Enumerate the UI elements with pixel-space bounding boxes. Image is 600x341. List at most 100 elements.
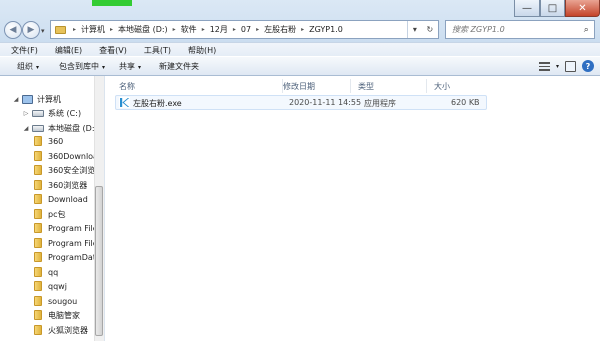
view-list-icon[interactable]: [538, 61, 550, 71]
nav-label: 360: [48, 136, 64, 146]
menu-edit[interactable]: 编辑(E): [43, 45, 87, 56]
organize-label: 组织: [17, 61, 33, 71]
folder-icon: [34, 165, 42, 175]
breadcrumb-07[interactable]: 07: [239, 25, 253, 34]
expand-triangle-icon[interactable]: ◢: [12, 96, 20, 103]
breadcrumb-separator[interactable]: ▸: [230, 26, 239, 33]
address-bar[interactable]: ▸ 计算机 ▸ 本地磁盘 (D:) ▸ 软件 ▸ 12月 ▸ 07 ▸ 左股右粉…: [50, 20, 439, 39]
nav-folder[interactable]: 360安全浏览器: [34, 163, 103, 177]
organize-button[interactable]: 组织 ▾: [11, 61, 45, 72]
folder-icon: [34, 209, 42, 219]
chevron-down-icon: ▾: [102, 63, 106, 71]
recent-pages-dropdown[interactable]: ▾: [41, 27, 45, 35]
share-button[interactable]: 共享 ▾: [113, 61, 147, 72]
breadcrumb-separator[interactable]: ▸: [253, 26, 262, 33]
view-dropdown-icon[interactable]: ▾: [556, 63, 559, 70]
breadcrumb-separator[interactable]: ▸: [170, 26, 179, 33]
file-name[interactable]: 左股右粉.exe: [133, 98, 182, 109]
table-row[interactable]: 左股右粉.exe 2020-11-11 14:55 应用程序 620 KB: [115, 95, 487, 110]
search-icon[interactable]: ⌕: [579, 25, 594, 35]
nav-folder[interactable]: 360: [34, 134, 63, 148]
file-size: 620 KB: [451, 98, 480, 107]
nav-scrollbar[interactable]: [94, 76, 104, 341]
scrollbar-thumb[interactable]: [95, 186, 103, 336]
nav-item-drive-c[interactable]: ▷ 系统 (C:): [22, 106, 81, 120]
column-header-size[interactable]: 大小: [427, 79, 487, 93]
nav-label: 火狐浏览器: [48, 325, 88, 335]
nav-folder[interactable]: Download: [34, 192, 88, 206]
address-controls: ▾ ↻: [407, 21, 438, 38]
menu-bar: 文件(F) 编辑(E) 查看(V) 工具(T) 帮助(H): [0, 42, 600, 57]
preview-pane-icon[interactable]: [565, 60, 576, 72]
maximize-button[interactable]: □: [540, 0, 565, 17]
file-modified: 2020-11-11 14:55: [289, 98, 362, 107]
drive-icon: [32, 124, 44, 132]
command-bar: 组织 ▾ 包含到库中 ▾ 共享 ▾ 新建文件夹 ▾ ?: [0, 56, 600, 76]
folder-icon: [34, 325, 42, 335]
nav-folder[interactable]: 电脑管家: [34, 308, 80, 322]
menu-view[interactable]: 查看(V): [87, 45, 132, 56]
expand-triangle-icon[interactable]: ◢: [22, 125, 30, 132]
search-box[interactable]: ⌕: [445, 20, 595, 39]
nav-folder[interactable]: 火狐浏览器: [34, 323, 88, 337]
breadcrumb-separator[interactable]: ▸: [199, 26, 208, 33]
nav-item-computer[interactable]: ◢ 计算机: [12, 92, 61, 106]
minimize-button[interactable]: —: [514, 0, 540, 17]
back-arrow-icon: ◀: [9, 25, 17, 35]
nav-folder[interactable]: qqwj: [34, 279, 67, 293]
column-header-type[interactable]: 类型: [351, 79, 427, 93]
nav-label: pc包: [48, 209, 66, 219]
breadcrumb-separator[interactable]: ▸: [298, 26, 307, 33]
include-library-label: 包含到库中: [59, 61, 100, 71]
breadcrumb-current[interactable]: ZGYP1.0: [307, 25, 345, 34]
chevron-down-icon: ▾: [36, 63, 40, 71]
breadcrumb-separator[interactable]: ▸: [107, 26, 116, 33]
breadcrumb-computer[interactable]: 计算机: [79, 24, 107, 35]
nav-folder[interactable]: ProgramData: [34, 250, 101, 264]
menu-tools[interactable]: 工具(T): [132, 45, 176, 56]
nav-folder[interactable]: 360浏览器: [34, 178, 87, 192]
refresh-icon[interactable]: ↻: [426, 25, 433, 34]
address-dropdown-icon[interactable]: ▾: [413, 25, 417, 34]
breadcrumb-drive-d[interactable]: 本地磁盘 (D:): [116, 24, 170, 35]
folder-icon: [34, 310, 42, 320]
nav-folder[interactable]: pc包: [34, 207, 65, 221]
nav-folder[interactable]: Program Files: [34, 236, 102, 250]
nav-folder[interactable]: qq: [34, 265, 58, 279]
include-in-library-button[interactable]: 包含到库中 ▾: [53, 61, 111, 72]
forward-arrow-icon: ▶: [27, 25, 35, 35]
forward-button[interactable]: ▶: [22, 21, 40, 39]
search-input[interactable]: [446, 24, 579, 35]
nav-folder[interactable]: Program Files: [34, 221, 102, 235]
expand-triangle-icon[interactable]: ▷: [22, 110, 30, 117]
nav-label: 电脑管家: [48, 310, 80, 320]
nav-item-drive-d[interactable]: ◢ 本地磁盘 (D:): [22, 121, 98, 135]
column-header-modified[interactable]: 修改日期: [276, 79, 351, 93]
column-header-name[interactable]: 名称: [112, 79, 283, 93]
nav-label: qqwj: [48, 281, 67, 291]
folder-icon: [34, 223, 42, 233]
nav-folder[interactable]: 360Download: [34, 149, 103, 163]
breadcrumb-software[interactable]: 软件: [179, 24, 199, 35]
breadcrumb-zgyf[interactable]: 左股右粉: [262, 24, 298, 35]
back-button[interactable]: ◀: [4, 21, 22, 39]
close-button[interactable]: ✕: [565, 0, 600, 17]
new-folder-button[interactable]: 新建文件夹: [153, 61, 205, 72]
breadcrumb-separator[interactable]: ▸: [70, 26, 79, 33]
menu-help[interactable]: 帮助(H): [176, 45, 221, 56]
nav-label: 本地磁盘 (D:): [48, 123, 98, 133]
breadcrumb-december[interactable]: 12月: [208, 24, 230, 35]
new-folder-label: 新建文件夹: [159, 61, 200, 71]
nav-label: ProgramData: [48, 252, 101, 262]
folder-icon: [34, 180, 42, 190]
computer-icon: [22, 94, 33, 104]
folder-icon: [34, 194, 42, 204]
folder-icon: [55, 25, 66, 34]
view-controls: ▾ ?: [538, 60, 594, 72]
chevron-down-icon: ▾: [138, 63, 142, 71]
nav-folder[interactable]: sougou: [34, 294, 77, 308]
nav-label: Download: [48, 194, 88, 204]
menu-file[interactable]: 文件(F): [0, 45, 43, 56]
help-icon[interactable]: ?: [582, 60, 594, 72]
k-app-icon: [119, 97, 130, 108]
